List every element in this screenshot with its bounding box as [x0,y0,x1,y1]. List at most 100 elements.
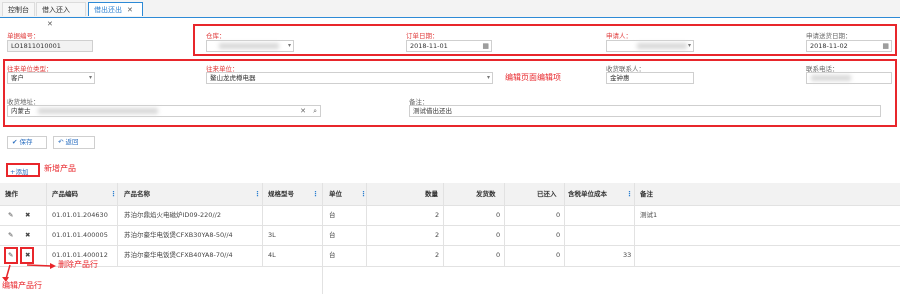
warehouse-label: 仓库： [206,32,226,40]
cell-unit: 台 [329,231,336,239]
back-label: 返回 [65,138,79,146]
redacted-value [38,108,158,114]
doc-no-field[interactable]: LO1811010001 [7,40,93,52]
remark-field[interactable]: 测试借出还出 [409,105,881,117]
calendar-icon[interactable]: ▦ [882,41,889,51]
check-icon: ✔ [12,138,20,146]
col-header-shipped: 发货数 [476,183,496,205]
delete-arrow-head [50,263,56,269]
edit-area-highlight-1 [193,24,897,56]
doc-no-label: 单据编号： [7,32,40,40]
partner-type-value: 客户 [11,74,24,82]
col-header-cost: 含税单位成本 [568,183,607,205]
delete-arrow-line [26,264,53,267]
return-date-value: 2018-11-02 [810,42,848,50]
col-divider [634,183,635,266]
contact-field[interactable]: 金钟惠 [606,72,694,84]
row-divider [0,266,900,267]
col-header-code: 产品编码 [52,183,78,205]
kebab-menu-icon[interactable]: ⋮ [254,183,261,205]
tab-borrow-in[interactable]: 借入还入 ✕ [36,2,86,28]
order-date-value: 2018-11-01 [410,42,448,50]
cell-name: 苏泊尔豪华电饭煲CFXB40YA8-70//4 [124,251,233,259]
cell-qty: 2 [435,251,440,259]
col-divider [117,183,118,266]
kebab-menu-icon[interactable]: ⋮ [110,183,117,205]
col-divider [504,183,505,266]
clear-icon[interactable]: ✕ [300,106,306,116]
kebab-menu-icon[interactable]: ⋮ [312,183,319,205]
col-header-qty: 数量 [425,183,438,205]
col-header-unit: 单位 [329,183,342,205]
search-icon[interactable]: ⌕ [313,106,317,116]
annotation-add-product: 新增产品 [44,164,76,173]
col-divider [443,183,444,266]
applicant-label: 申请人： [606,32,632,40]
cell-unit: 台 [329,251,336,259]
delete-row-icon[interactable]: ✖ [25,225,30,245]
partner-value: 鳌山龙虎樽电器 [210,74,256,82]
tab-lend-out[interactable]: 借出还出 ✕ [88,2,143,16]
col-header-spec: 规格型号 [268,183,294,205]
cell-shipped: 0 [496,251,501,259]
cell-cost: 33 [623,251,632,259]
tab-label: 借出还出 [94,6,122,14]
partner-select[interactable]: 鳌山龙虎樽电器 ▾ [206,72,493,84]
save-button[interactable]: ✔ 保存 [7,136,47,149]
annotation-edit-area: 编辑页面编辑项 [505,73,561,82]
applicant-select[interactable]: ▾ [606,40,694,52]
delete-row-icon[interactable]: ✖ [25,205,30,225]
cell-qty: 2 [435,211,440,219]
return-date-label: 申请送货日期： [806,32,852,40]
chevron-down-icon: ▾ [486,74,490,81]
redacted-value [637,43,687,49]
cell-returned: 0 [556,251,561,259]
col-header-remark: 备注 [640,183,653,205]
address-value: 内蒙古 [11,107,31,115]
edit-arrow-line [5,264,11,280]
chevron-down-icon: ▾ [88,74,92,81]
redacted-value [219,43,279,49]
cell-qty: 2 [435,231,440,239]
col-divider [366,183,367,266]
save-label: 保存 [19,138,33,146]
cell-spec: 3L [268,231,276,239]
tab-console[interactable]: 控制台 [2,2,35,16]
add-product-button[interactable]: +添加 [10,166,28,176]
tab-label: 控制台 [8,6,29,14]
col-header-action: 操作 [5,183,18,205]
annotation-edit-row: 编辑产品行 [2,281,42,290]
close-icon[interactable]: ✕ [127,6,133,14]
warehouse-select[interactable]: ▾ [206,40,294,52]
undo-icon: ↶ [58,138,66,146]
cell-code: 01.01.01.400005 [52,231,108,239]
cell-shipped: 0 [496,231,501,239]
cell-remark: 测试1 [640,211,658,219]
redacted-value [811,75,851,81]
col-divider [46,183,47,266]
address-field[interactable]: 内蒙古 ✕ ⌕ [7,105,321,117]
col-divider [322,183,323,294]
cell-name: 苏泊尔豪华电饭煲CFXB30YA8-50//4 [124,231,233,239]
back-button[interactable]: ↶ 返回 [53,136,95,149]
return-date-field[interactable]: 2018-11-02 ▦ [806,40,892,52]
col-divider [262,183,263,266]
cell-code: 01.01.01.204630 [52,211,108,219]
partner-type-select[interactable]: 客户 ▾ [7,72,95,84]
edit-row-icon[interactable]: ✎ [8,205,13,225]
col-header-name: 产品名称 [124,183,150,205]
col-divider [564,183,565,266]
phone-field[interactable] [806,72,892,84]
col-header-returned: 已还入 [537,183,557,205]
close-icon[interactable]: ✕ [47,20,53,28]
cell-shipped: 0 [496,211,501,219]
order-date-field[interactable]: 2018-11-01 ▦ [406,40,492,52]
edit-row-icon[interactable]: ✎ [8,225,13,245]
kebab-menu-icon[interactable]: ⋮ [626,183,633,205]
calendar-icon[interactable]: ▦ [482,41,489,51]
cell-unit: 台 [329,211,336,219]
cell-spec: 4L [268,251,276,259]
order-date-label: 订单日期： [406,32,439,40]
chevron-down-icon: ▾ [287,42,291,49]
cell-returned: 0 [556,231,561,239]
